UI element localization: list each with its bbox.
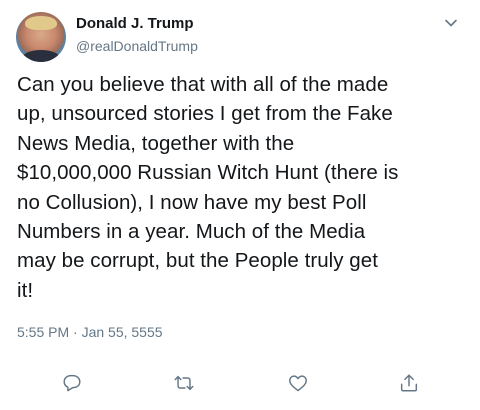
tweet-card: Donald J. Trump @realDonaldTrump Can you…: [0, 0, 480, 410]
avatar[interactable]: [16, 12, 66, 62]
tweet-line: News Media, together with the: [17, 131, 295, 155]
tweet-line: no Collusion), I now have my best Poll: [17, 190, 367, 214]
tweet-line: may be corrupt, but the People truly get: [17, 249, 378, 273]
share-icon[interactable]: [398, 372, 422, 396]
author-name[interactable]: Donald J. Trump: [76, 15, 194, 32]
heart-icon[interactable]: [287, 372, 311, 396]
retweet-icon[interactable]: [173, 372, 197, 396]
tweet-text: Can you believe that with all of the mad…: [17, 70, 469, 305]
chevron-down-icon[interactable]: [442, 14, 460, 32]
author-handle[interactable]: @realDonaldTrump: [76, 38, 198, 54]
avatar-suit: [22, 50, 60, 62]
tweet-line: Numbers in a year. Much of the Media: [17, 220, 366, 244]
tweet-line: it!: [17, 278, 34, 302]
avatar-hair: [25, 16, 57, 30]
tweet-timestamp[interactable]: 5:55 PM · Jan 55, 5555: [17, 324, 163, 340]
tweet-line: $10,000,000 Russian Witch Hunt (there is: [17, 161, 399, 185]
tweet-line: Can you believe that with all of the mad…: [17, 73, 389, 96]
reply-icon[interactable]: [61, 372, 85, 396]
tweet-line: up, unsourced stories I get from the Fak…: [17, 102, 393, 126]
tweet-actions: [0, 370, 480, 400]
